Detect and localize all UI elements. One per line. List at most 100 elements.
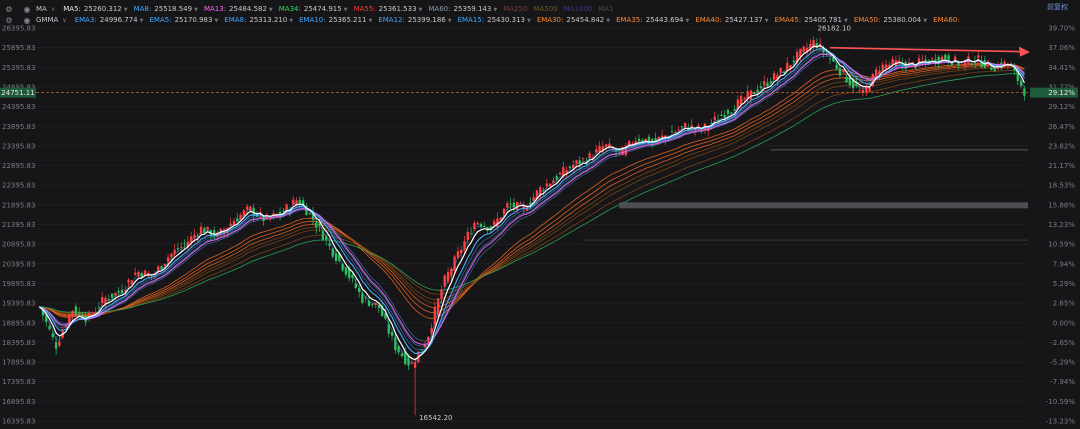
candle-body (977, 55, 980, 58)
candle-body (476, 222, 479, 225)
candle-body (568, 166, 572, 168)
candle-body (772, 73, 776, 80)
candle-body (1023, 88, 1026, 96)
candle-body (749, 90, 753, 100)
candle-body (739, 96, 743, 105)
candle-body (433, 307, 436, 325)
ma13-line (39, 53, 1025, 345)
candle-body (374, 303, 377, 306)
candle-body (130, 280, 134, 285)
candle-body (199, 226, 203, 234)
candle-body (766, 82, 769, 87)
candle-body (473, 222, 476, 230)
candle-body (868, 87, 871, 92)
candle-body (720, 114, 723, 116)
pct-tick-label: 18.53% (1048, 182, 1075, 190)
candle-body (236, 218, 239, 222)
candle-body (170, 253, 173, 258)
candle-body (361, 293, 364, 303)
candle-body (558, 172, 562, 175)
candle-body (1019, 80, 1023, 86)
candle-body (298, 199, 301, 204)
y-tick-label: 17895.83 (2, 359, 35, 367)
y-tick-label: 22395.83 (2, 182, 35, 190)
candle-body (499, 217, 502, 220)
candle-body (545, 183, 548, 187)
candle-body (292, 199, 295, 205)
candle-body (377, 305, 381, 308)
pct-tick-label: 2.65% (1053, 300, 1076, 308)
candle-body (394, 337, 397, 351)
candle-body (436, 298, 440, 316)
candle-body (680, 126, 683, 128)
pct-tick-label: -5.29% (1050, 359, 1075, 367)
candle-body (713, 116, 716, 120)
candle-body (344, 267, 348, 275)
ma8-line (39, 48, 1025, 355)
candle-body (252, 207, 255, 216)
y-tick-label: 18895.83 (2, 319, 35, 327)
candle-body (779, 68, 782, 73)
candle-body (674, 131, 677, 133)
candle-body (891, 59, 894, 64)
candle-body (525, 208, 529, 211)
candle-body (884, 64, 888, 69)
candle-body (881, 64, 884, 71)
candle-body (282, 210, 285, 212)
pct-tick-label: -10.59% (1046, 398, 1076, 406)
candle-body (986, 60, 990, 62)
candle-body (990, 67, 993, 71)
candle-body (334, 253, 338, 261)
candle-body (120, 289, 124, 294)
candle-body (799, 48, 802, 57)
candle-body (71, 310, 74, 317)
candle-body (677, 129, 680, 131)
candle-body (572, 164, 575, 168)
pct-tick-label: 15.88% (1048, 201, 1075, 209)
ema-short-line (39, 48, 1025, 354)
candlestick-chart[interactable]: 26395.8325895.8325395.8324895.8324395.83… (0, 0, 1080, 429)
candle-body (924, 59, 927, 62)
ema-long-line (39, 64, 1025, 316)
pct-tick-label: 37.06% (1048, 44, 1075, 52)
pct-tick-label: 26.47% (1048, 123, 1075, 131)
pct-tick-label: -13.23% (1046, 418, 1076, 426)
candle-body (239, 214, 242, 220)
candle-body (183, 243, 186, 245)
candle-body (604, 144, 608, 147)
candle-body (914, 66, 917, 69)
candle-body (101, 297, 104, 303)
candle-body (180, 246, 183, 248)
candle-body (954, 56, 957, 61)
candle-body (203, 228, 206, 233)
candle-body (710, 122, 713, 124)
candle-body (450, 268, 453, 276)
candle-body (660, 135, 664, 138)
ema-long-line (39, 67, 1025, 315)
pct-tick-label: -2.65% (1050, 339, 1075, 347)
pct-tick-label: 23.82% (1048, 142, 1075, 150)
ema-long-line (39, 62, 1025, 320)
ema-short-line (39, 50, 1025, 350)
candle-body (581, 158, 585, 160)
candle-body (469, 233, 473, 235)
candle-body (763, 81, 766, 85)
y-tick-label: 16395.83 (2, 418, 35, 426)
candle-body (420, 349, 423, 351)
current-price-label: 24751.11 (1, 89, 34, 97)
candle-body (97, 307, 101, 309)
candle-body (54, 342, 58, 349)
candle-body (134, 272, 137, 275)
candle-body (321, 231, 325, 241)
candle-body (351, 275, 354, 278)
candle-body (430, 327, 433, 334)
y-tick-label: 23395.83 (2, 142, 35, 150)
candle-body (492, 221, 496, 225)
candle-body (723, 114, 726, 119)
y-tick-label: 16895.83 (2, 398, 35, 406)
candle-body (249, 206, 252, 211)
candle-body (993, 68, 996, 72)
candle-body (189, 236, 193, 242)
candle-body (730, 112, 733, 114)
candle-body (58, 341, 61, 346)
